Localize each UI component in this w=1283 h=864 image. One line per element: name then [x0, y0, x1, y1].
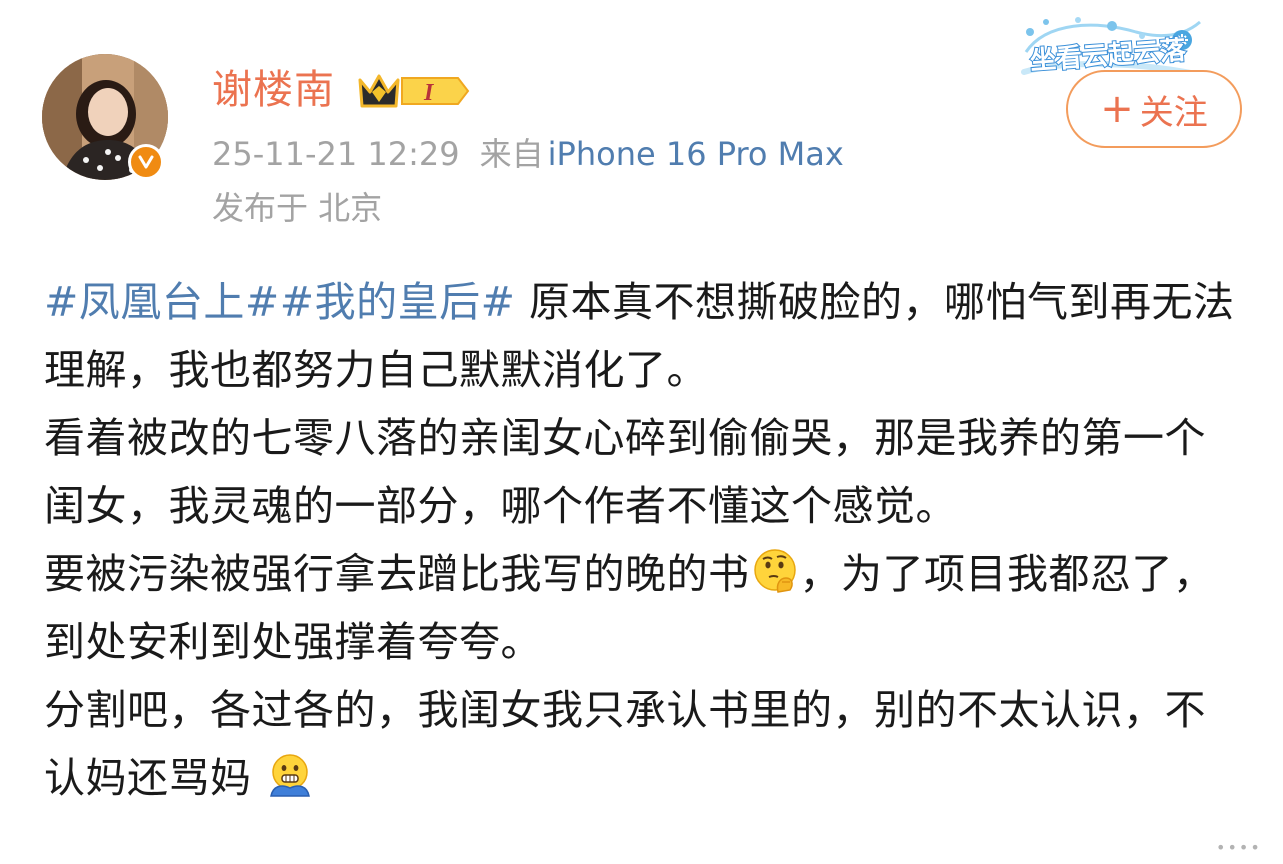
post-paragraph: 要被污染被强行拿去蹭比我写的晚的书 ，为了项目我都忍了，到处安利到处强撑着夸夸。 [44, 540, 1244, 676]
post-paragraph: 分割吧，各过各的，我闺女我只承认书里的，别的不太认识，不认妈还骂妈 [44, 676, 1244, 812]
post-content: #凤凰台上##我的皇后# 原本真不想撕破脸的，哪怕气到再无法理解，我也都努力自己… [44, 268, 1244, 812]
weibo-post: 谢楼南 I 25-11-21 12:29 来自 iPhone 16 Pro Max … [0, 0, 1283, 864]
post-paragraph: #凤凰台上##我的皇后# 原本真不想撕破脸的，哪怕气到再无法理解，我也都努力自己… [44, 268, 1244, 404]
post-text: 要被污染被强行拿去蹭比我写的晚的书 [44, 550, 750, 598]
device-source-link[interactable]: iPhone 16 Pro Max [548, 135, 844, 173]
post-location: 发布于 北京 [212, 189, 383, 227]
vip-level-badge-icon[interactable]: I [356, 70, 472, 112]
post-text: 看着被改的七零八落的亲闺女心碎到偷偷哭，那是我养的第一个闺女，我灵魂的一部分，哪… [44, 414, 1206, 530]
source-prefix: 来自 [479, 135, 544, 173]
post-meta: 25-11-21 12:29 来自 iPhone 16 Pro Max [212, 134, 844, 174]
post-paragraph: 看着被改的七零八落的亲闺女心碎到偷偷哭，那是我养的第一个闺女，我灵魂的一部分，哪… [44, 404, 1244, 540]
plus-icon: + [1100, 86, 1134, 132]
post-text: 分割吧，各过各的，我闺女我只承认书里的，别的不太认识，不认妈还骂妈 [44, 686, 1206, 802]
hashtag-link[interactable]: #我的皇后# [280, 278, 516, 326]
username[interactable]: 谢楼南 [212, 64, 335, 116]
post-timestamp: 25-11-21 12:29 [212, 135, 460, 173]
thinking-face-icon [753, 549, 796, 593]
hashtag-link[interactable]: #凤凰台上# [44, 278, 280, 326]
follow-button[interactable]: + 关注 [1066, 70, 1242, 148]
follow-label: 关注 [1139, 92, 1208, 133]
cold-face-icon [270, 754, 310, 797]
verified-badge-icon [128, 144, 164, 180]
more-dots-icon[interactable]: •••• [1216, 838, 1262, 857]
vip-level: I [423, 80, 435, 106]
